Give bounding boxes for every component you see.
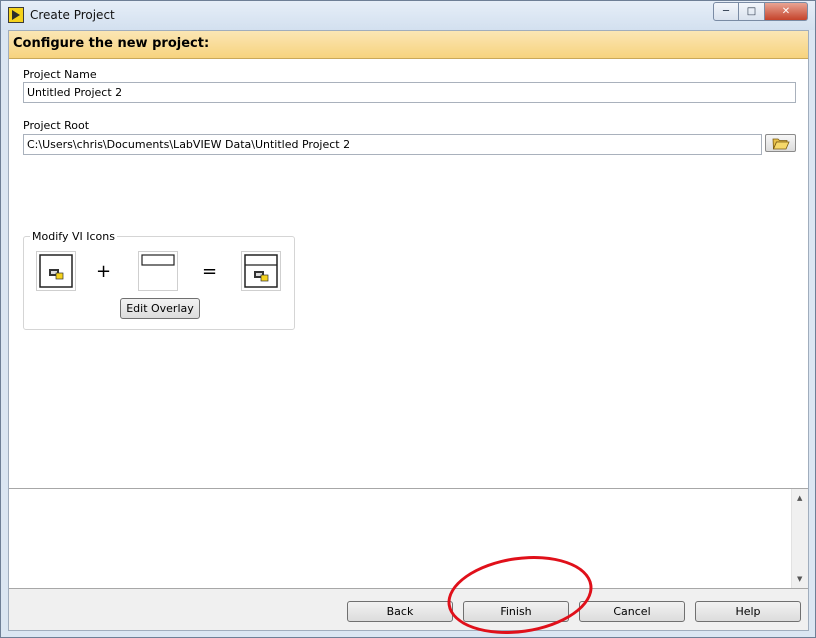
minimize-icon[interactable]: ─ [713, 2, 739, 21]
back-button[interactable]: Back [347, 601, 453, 622]
create-project-window: Create Project ─ □ ✕ Configure the new p… [0, 0, 816, 638]
close-icon[interactable]: ✕ [765, 2, 808, 21]
vi-icon-with-overlay [244, 254, 278, 288]
description-area[interactable]: ▲ ▼ [9, 488, 808, 589]
dialog-client: Configure the new project: Project Name … [8, 30, 809, 631]
labview-icon [8, 7, 24, 23]
group-title: Modify VI Icons [30, 230, 117, 243]
project-name-label: Project Name [23, 68, 97, 81]
overlay-preview[interactable] [138, 251, 178, 291]
overlay-icon [141, 254, 175, 266]
maximize-icon[interactable]: □ [739, 2, 765, 21]
scroll-down-icon[interactable]: ▼ [797, 575, 802, 583]
edit-overlay-button[interactable]: Edit Overlay [120, 298, 200, 319]
result-icon-preview[interactable] [241, 251, 281, 291]
modify-vi-icons-group: Modify VI Icons + = Edit Overlay [23, 230, 295, 330]
project-root-input[interactable]: C:\Users\chris\Documents\LabVIEW Data\Un… [23, 134, 762, 155]
help-button[interactable]: Help [695, 601, 801, 622]
cancel-button[interactable]: Cancel [579, 601, 685, 622]
window-controls: ─ □ ✕ [713, 2, 808, 21]
project-root-label: Project Root [23, 119, 90, 132]
browse-button[interactable] [765, 134, 796, 152]
title-bar[interactable]: Create Project ─ □ ✕ [1, 1, 815, 30]
vi-icon [39, 254, 73, 288]
window-title: Create Project [30, 8, 115, 22]
scroll-up-icon[interactable]: ▲ [797, 494, 802, 502]
plus-sign: + [96, 261, 112, 282]
dialog-footer: Back Finish Cancel Help [9, 589, 808, 630]
project-name-input[interactable]: Untitled Project 2 [23, 82, 796, 103]
folder-open-icon [772, 138, 790, 149]
equals-sign: = [202, 261, 218, 282]
banner-title: Configure the new project: [13, 36, 210, 51]
vertical-scrollbar[interactable]: ▲ ▼ [791, 489, 808, 588]
header-banner: Configure the new project: [9, 31, 808, 59]
base-icon-preview[interactable] [36, 251, 76, 291]
